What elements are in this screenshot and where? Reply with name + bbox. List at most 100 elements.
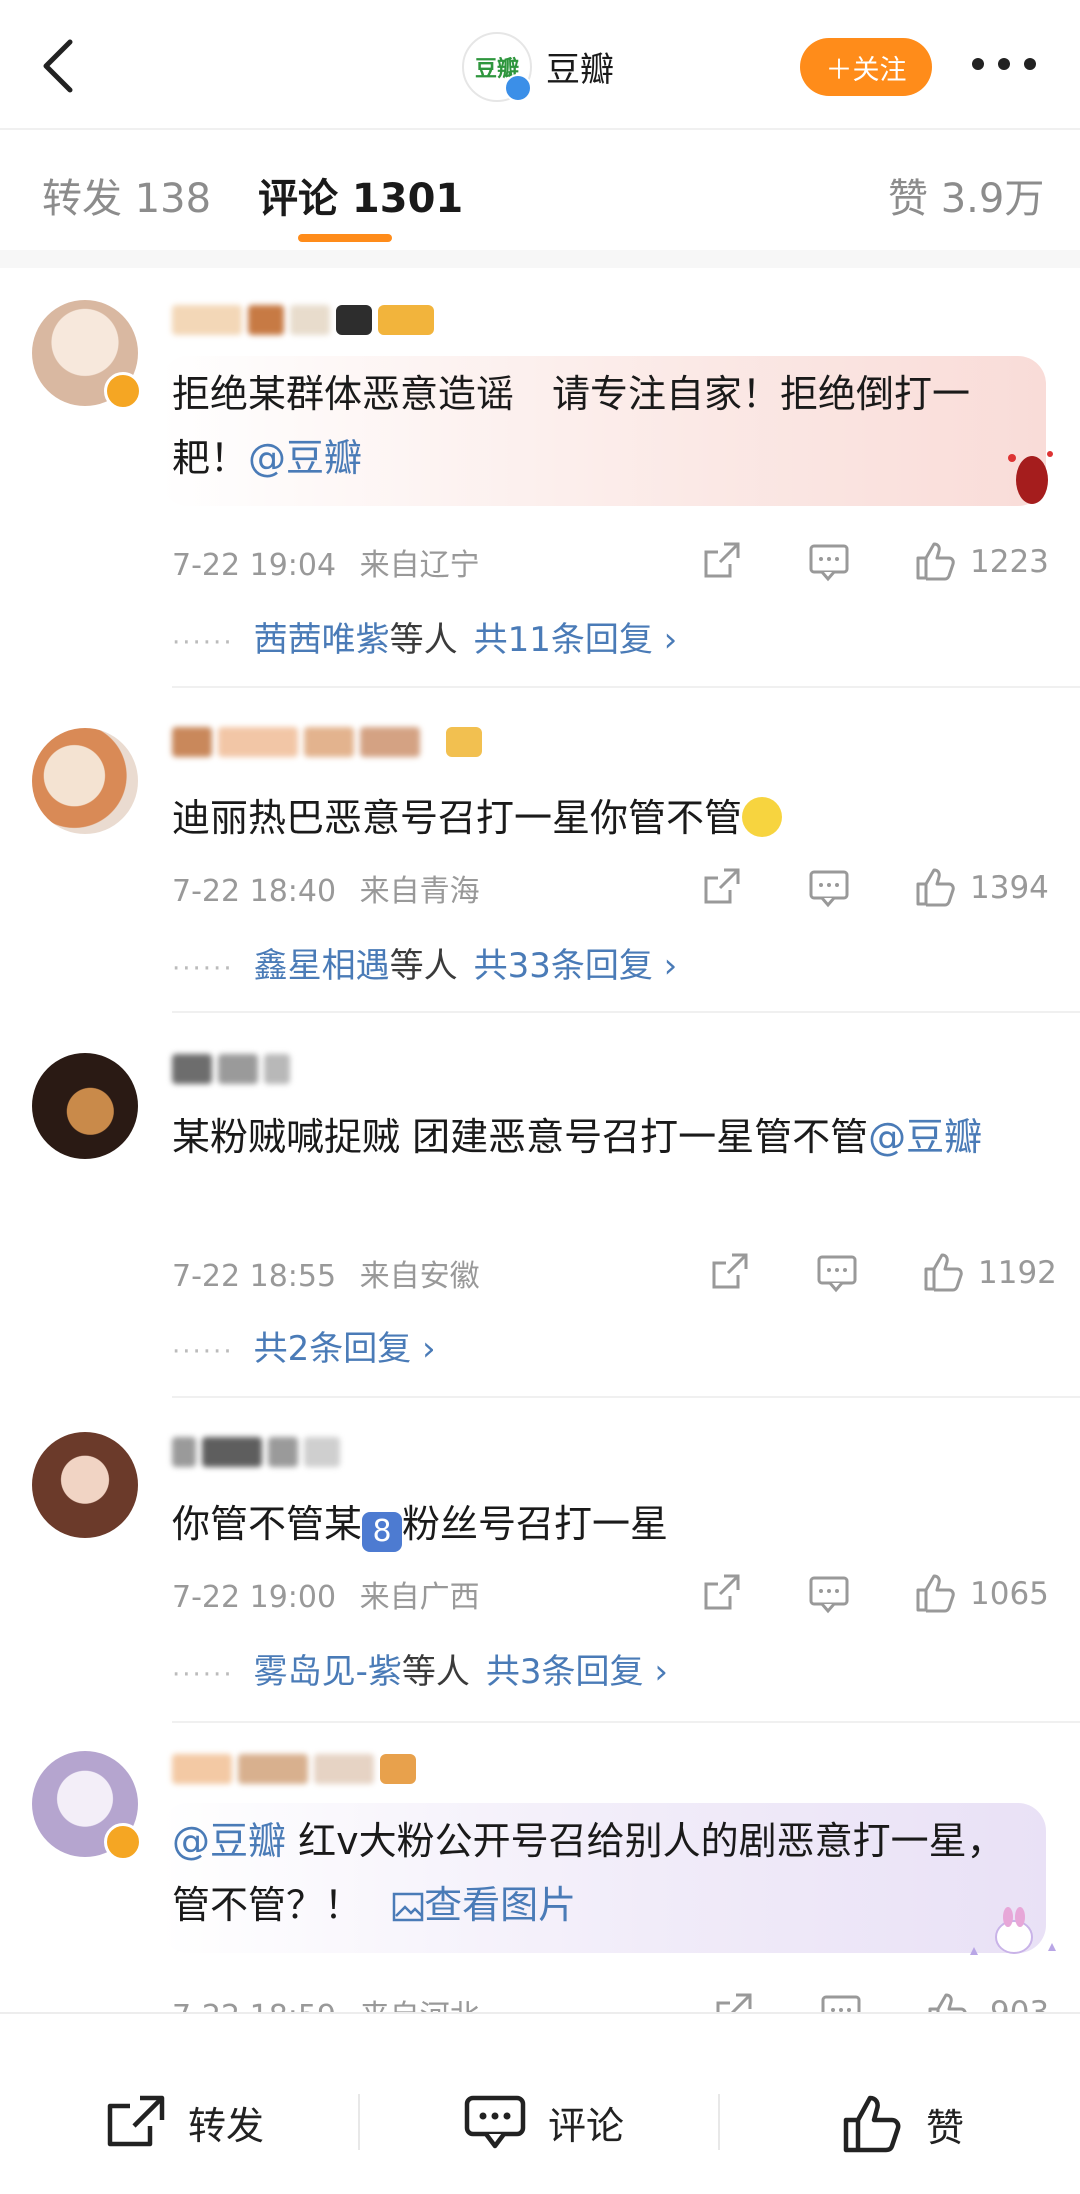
- reply-summary[interactable]: ······ 共2条回复 ›: [172, 1321, 436, 1370]
- level-badge-icon: [380, 1754, 416, 1784]
- share-icon: [107, 2095, 165, 2147]
- comment-time: 7-22 18:55: [172, 1259, 337, 1294]
- comment-icon[interactable]: [808, 540, 850, 582]
- comment-item: 某粉贼喊捉贼 团建恶意号召打一星管不管@豆瓣 7-22 18:55 来自安徽 1…: [0, 1013, 1080, 1398]
- like-count: 903: [990, 1995, 1050, 2013]
- like-icon[interactable]: [922, 1251, 964, 1293]
- duck-sticker-icon: [970, 1907, 1056, 1955]
- comment-item: @豆瓣 红v大粉公开号召给别人的剧恶意打一星，管不管？！ 查看图片 7-22 1…: [0, 1723, 1080, 2013]
- comment-location: 来自青海: [359, 874, 480, 909]
- comment-icon[interactable]: [816, 1251, 858, 1293]
- medal-icon: [336, 305, 372, 335]
- reply-dots: ······: [172, 1660, 234, 1690]
- mention-link[interactable]: @豆瓣: [248, 436, 362, 480]
- avatar[interactable]: [32, 300, 142, 410]
- tab-comments[interactable]: 评论 1301: [258, 166, 463, 224]
- back-arrow-icon[interactable]: [34, 36, 84, 96]
- tab-repost[interactable]: 转发 138: [42, 166, 211, 224]
- comment-icon[interactable]: [808, 866, 850, 908]
- comment-time: 7-22 19:00: [172, 1580, 337, 1615]
- smile-emoji-icon: [742, 797, 783, 837]
- username-obscured[interactable]: [172, 1434, 340, 1470]
- comment-location: 来自河北: [360, 1999, 480, 2013]
- like-count: 1394: [970, 870, 1049, 906]
- avatar[interactable]: [32, 728, 138, 834]
- account-avatar[interactable]: 豆瓣: [462, 32, 532, 102]
- like-icon[interactable]: [914, 540, 956, 582]
- bottom-action-bar: 转发 评论 赞: [0, 2012, 1080, 2194]
- mention-link[interactable]: @豆瓣: [172, 1819, 286, 1863]
- divider: [718, 2094, 720, 2150]
- verified-badge-icon: [504, 74, 532, 102]
- account-name[interactable]: 豆瓣: [546, 42, 614, 91]
- view-image-link[interactable]: 查看图片: [374, 1883, 576, 1927]
- follow-button[interactable]: ＋关注: [800, 38, 932, 96]
- verified-badge-icon: [104, 1823, 142, 1861]
- like-icon: [843, 2095, 901, 2153]
- comment-actions: 1065: [700, 1572, 1050, 1622]
- repost-button[interactable]: 转发: [104, 2094, 264, 2150]
- verified-badge-icon: [104, 372, 142, 410]
- comment-time: 7-22 18:59: [172, 1999, 336, 2013]
- like-count: 1223: [970, 544, 1049, 580]
- reply-dots: ······: [172, 1337, 234, 1367]
- avatar[interactable]: [32, 1751, 142, 1861]
- share-icon[interactable]: [700, 540, 742, 582]
- reply-summary[interactable]: ······ 雾岛见-紫等人 共3条回复 ›: [172, 1644, 668, 1693]
- comment-item: 拒绝某群体恶意造谣 请专注自家！拒绝倒打一耙！@豆瓣 7-22 19:04 来自…: [0, 268, 1080, 688]
- comment-icon[interactable]: [808, 1572, 850, 1614]
- top-bar: 豆瓣 豆瓣 ＋关注: [0, 0, 1080, 128]
- active-tab-indicator: [298, 234, 392, 242]
- comment-time: 7-22 19:04: [172, 548, 337, 583]
- comment-meta: 7-22 18:55 来自安徽: [172, 1251, 480, 1295]
- more-dots-icon[interactable]: [972, 58, 1036, 72]
- level-badge-icon: [446, 727, 482, 757]
- mention-link[interactable]: @豆瓣: [868, 1115, 982, 1159]
- like-count: 1192: [978, 1255, 1057, 1291]
- like-icon[interactable]: [914, 1572, 956, 1614]
- username-obscured[interactable]: [172, 1751, 416, 1787]
- comment-meta: 7-22 19:00 来自广西: [172, 1572, 480, 1616]
- repost-label: 转发: [188, 2103, 265, 2148]
- bean-mascot-icon: [1008, 451, 1053, 504]
- level-badge-icon: [378, 305, 434, 335]
- tab-bar: 转发 138 评论 1301 赞 3.9万: [0, 130, 1080, 250]
- comment-item: 你管不管某 8 粉丝号召打一星 7-22 19:00 来自广西 1065 ·····…: [0, 1398, 1080, 1723]
- comment-button[interactable]: 评论: [464, 2094, 624, 2150]
- tab-likes[interactable]: 赞 3.9万: [888, 166, 1044, 224]
- username-obscured[interactable]: [172, 1051, 290, 1087]
- comment-text: 某粉贼喊捉贼 团建恶意号召打一星管不管@豆瓣: [172, 1115, 983, 1159]
- avatar[interactable]: [32, 1432, 138, 1538]
- share-icon[interactable]: [700, 1572, 742, 1614]
- comment-actions: 1223: [700, 540, 1050, 590]
- like-icon[interactable]: [914, 866, 956, 908]
- comment-location: 来自辽宁: [359, 548, 480, 583]
- reply-dots: ······: [172, 954, 234, 984]
- username-obscured[interactable]: [172, 724, 482, 760]
- share-icon[interactable]: [700, 866, 742, 908]
- section-divider: [0, 250, 1080, 268]
- image-icon: [392, 1892, 424, 1922]
- comment-time: 7-22 18:40: [172, 874, 337, 909]
- comment-icon[interactable]: [820, 1991, 862, 2013]
- avatar[interactable]: [32, 1053, 138, 1159]
- comment-actions: 1394: [700, 866, 1050, 916]
- comment-actions: 903: [712, 1991, 1062, 2013]
- comment-meta: 7-22 18:59 来自河北: [172, 1991, 480, 2013]
- comment-actions: 1192: [708, 1251, 1058, 1301]
- comment-text: 迪丽热巴恶意号召打一星你管不管: [172, 786, 1022, 850]
- like-button[interactable]: 赞: [842, 2094, 964, 2154]
- share-icon[interactable]: [708, 1251, 750, 1293]
- share-icon[interactable]: [712, 1991, 754, 2013]
- reply-summary[interactable]: ······ 茜茜唯紫等人 共11条回复 ›: [172, 612, 677, 661]
- reply-dots: ······: [172, 628, 234, 658]
- comment-icon: [464, 2095, 526, 2149]
- username-obscured[interactable]: [172, 302, 434, 338]
- comment-text: @豆瓣 红v大粉公开号召给别人的剧恶意打一星，管不管？！ 查看图片: [172, 1819, 1005, 1927]
- reply-summary[interactable]: ······ 鑫星相遇等人 共33条回复 ›: [172, 938, 677, 987]
- like-count: 1065: [970, 1576, 1049, 1612]
- comment-location: 来自安徽: [359, 1259, 480, 1294]
- comment-meta: 7-22 18:40 来自青海: [172, 866, 480, 910]
- like-icon[interactable]: [926, 1991, 968, 2013]
- comment-item: 迪丽热巴恶意号召打一星你管不管 7-22 18:40 来自青海 1394 ···…: [0, 688, 1080, 1013]
